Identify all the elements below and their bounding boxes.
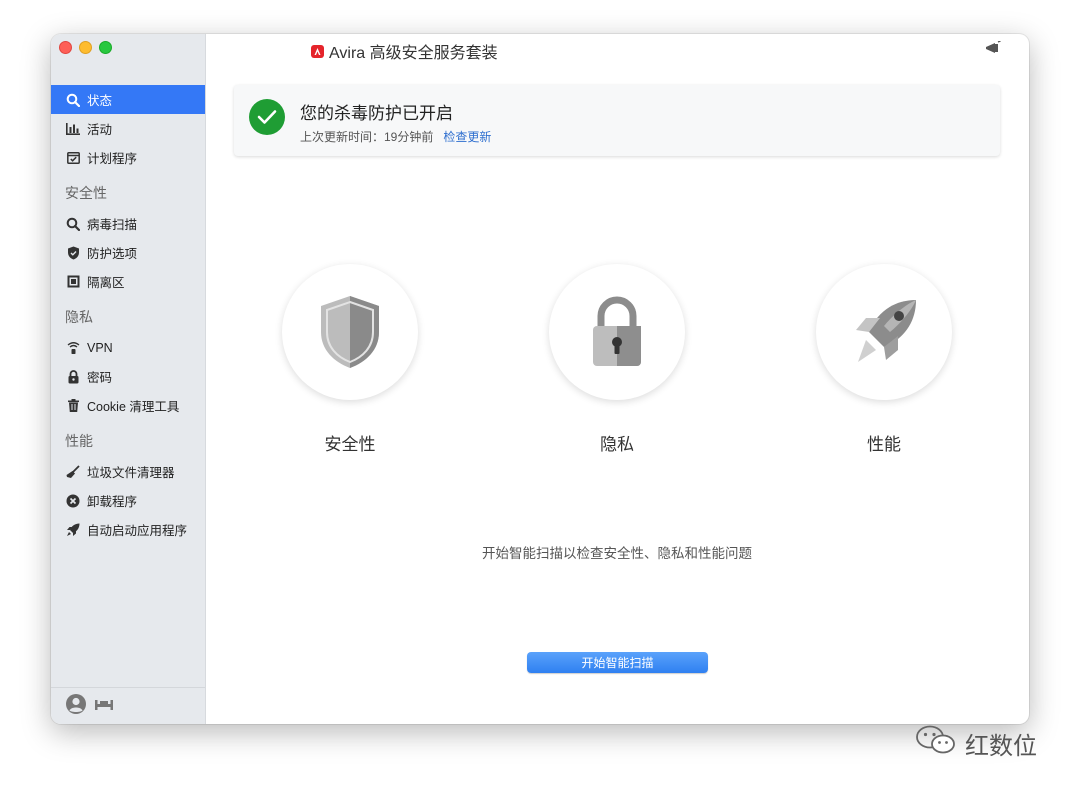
sidebar-item-label: 防护选项 [87,247,138,261]
sidebar-item-status[interactable]: 状态 [51,85,205,114]
sidebar-item-activity[interactable]: 活动 [51,114,205,143]
check-update-link[interactable]: 检查更新 [443,130,491,144]
feature-label: 隐私 [600,435,634,454]
sidebar-item-label: 状态 [87,94,113,108]
window-title-text: Avira 高级安全服务套装 [329,45,498,62]
sidebar-item-label: 卸载程序 [87,495,138,509]
avira-logo-icon [311,44,324,58]
license-icon[interactable] [95,697,113,715]
sidebar-item-protection-options[interactable]: 防护选项 [51,238,205,267]
sidebar-footer [51,687,205,724]
check-circle-icon [249,99,285,135]
sidebar-item-label: 计划程序 [87,152,138,166]
watermark: 红数位 [915,724,1037,763]
window-controls [59,41,112,54]
notifications-icon[interactable] [985,40,1001,60]
sidebar-item-scheduler[interactable]: 计划程序 [51,143,205,172]
sidebar-item-label: 自动启动应用程序 [87,524,188,538]
feature-circle[interactable] [282,264,418,400]
sidebar-item-label: 隔离区 [87,276,125,290]
sidebar-item-label: Cookie 清理工具 [87,400,180,414]
sidebar-item-label: 密码 [87,371,113,385]
feature-privacy[interactable]: 隐私 [547,264,687,455]
feature-circle[interactable] [549,264,685,400]
last-update-label: 上次更新时间：19分钟前 [300,130,434,144]
calendar-check-icon [65,150,81,166]
sidebar-item-quarantine[interactable]: 隔离区 [51,267,205,296]
status-search-icon [65,92,81,108]
sidebar-item-uninstaller[interactable]: 卸载程序 [51,486,205,515]
sidebar-item-label: 病毒扫描 [87,218,138,232]
sidebar-item-cookie-cleaner[interactable]: Cookie 清理工具 [51,391,205,420]
zoom-window-button[interactable] [99,41,112,54]
scan-hint-text: 开始智能扫描以检查安全性、隐私和性能问题 [482,546,752,561]
broom-icon [65,464,81,480]
rocket-icon [65,522,81,538]
sidebar-section-performance: 性能 [65,433,93,449]
sidebar-section-security: 安全性 [65,185,107,201]
sidebar-item-startup-apps[interactable]: 自动启动应用程序 [51,515,205,544]
sidebar-nav: 状态 活动 计划程序 安全性 病毒扫描 防护选项 隔离区 隐私 VPN 密码 C… [51,85,205,544]
feature-performance[interactable]: 性能 [814,264,954,455]
minimize-window-button[interactable] [79,41,92,54]
sidebar-item-vpn[interactable]: VPN [51,333,205,362]
wifi-lock-icon [65,340,81,356]
sidebar-section-privacy: 隐私 [65,309,93,325]
shield-icon [321,296,379,368]
lock-icon [65,369,81,385]
sidebar-item-junk-cleaner[interactable]: 垃圾文件清理器 [51,457,205,486]
watermark-text: 红数位 [965,733,1037,760]
feature-circle[interactable] [816,264,952,400]
last-update-text: 上次更新时间：19分钟前 检查更新 [300,128,491,145]
trash-icon [65,398,81,414]
status-title: 您的杀毒防护已开启 [300,104,453,123]
feature-label: 性能 [867,435,901,454]
close-circle-icon [65,493,81,509]
protection-status-card: 您的杀毒防护已开启 上次更新时间：19分钟前 检查更新 [234,85,1000,156]
wechat-icon [915,724,957,763]
padlock-icon [593,296,641,366]
account-icon[interactable] [65,693,87,720]
rocket-icon [856,300,916,362]
start-smart-scan-button[interactable]: 开始智能扫描 [527,652,708,673]
sidebar-item-passwords[interactable]: 密码 [51,362,205,391]
sidebar-item-label: 活动 [87,123,113,137]
sidebar-item-label: VPN [87,340,113,355]
bar-chart-icon [65,121,81,137]
app-window: 状态 活动 计划程序 安全性 病毒扫描 防护选项 隔离区 隐私 VPN 密码 C… [51,34,1029,724]
feature-label: 安全性 [324,435,376,454]
quarantine-icon [65,274,81,290]
close-window-button[interactable] [59,41,72,54]
scan-search-icon [65,216,81,232]
sidebar-item-label: 垃圾文件清理器 [87,466,175,480]
feature-security[interactable]: 安全性 [280,264,420,455]
sidebar: 状态 活动 计划程序 安全性 病毒扫描 防护选项 隔离区 隐私 VPN 密码 C… [51,34,206,724]
shield-check-icon [65,245,81,261]
sidebar-item-virus-scan[interactable]: 病毒扫描 [51,209,205,238]
window-title: Avira 高级安全服务套装 [311,39,498,63]
